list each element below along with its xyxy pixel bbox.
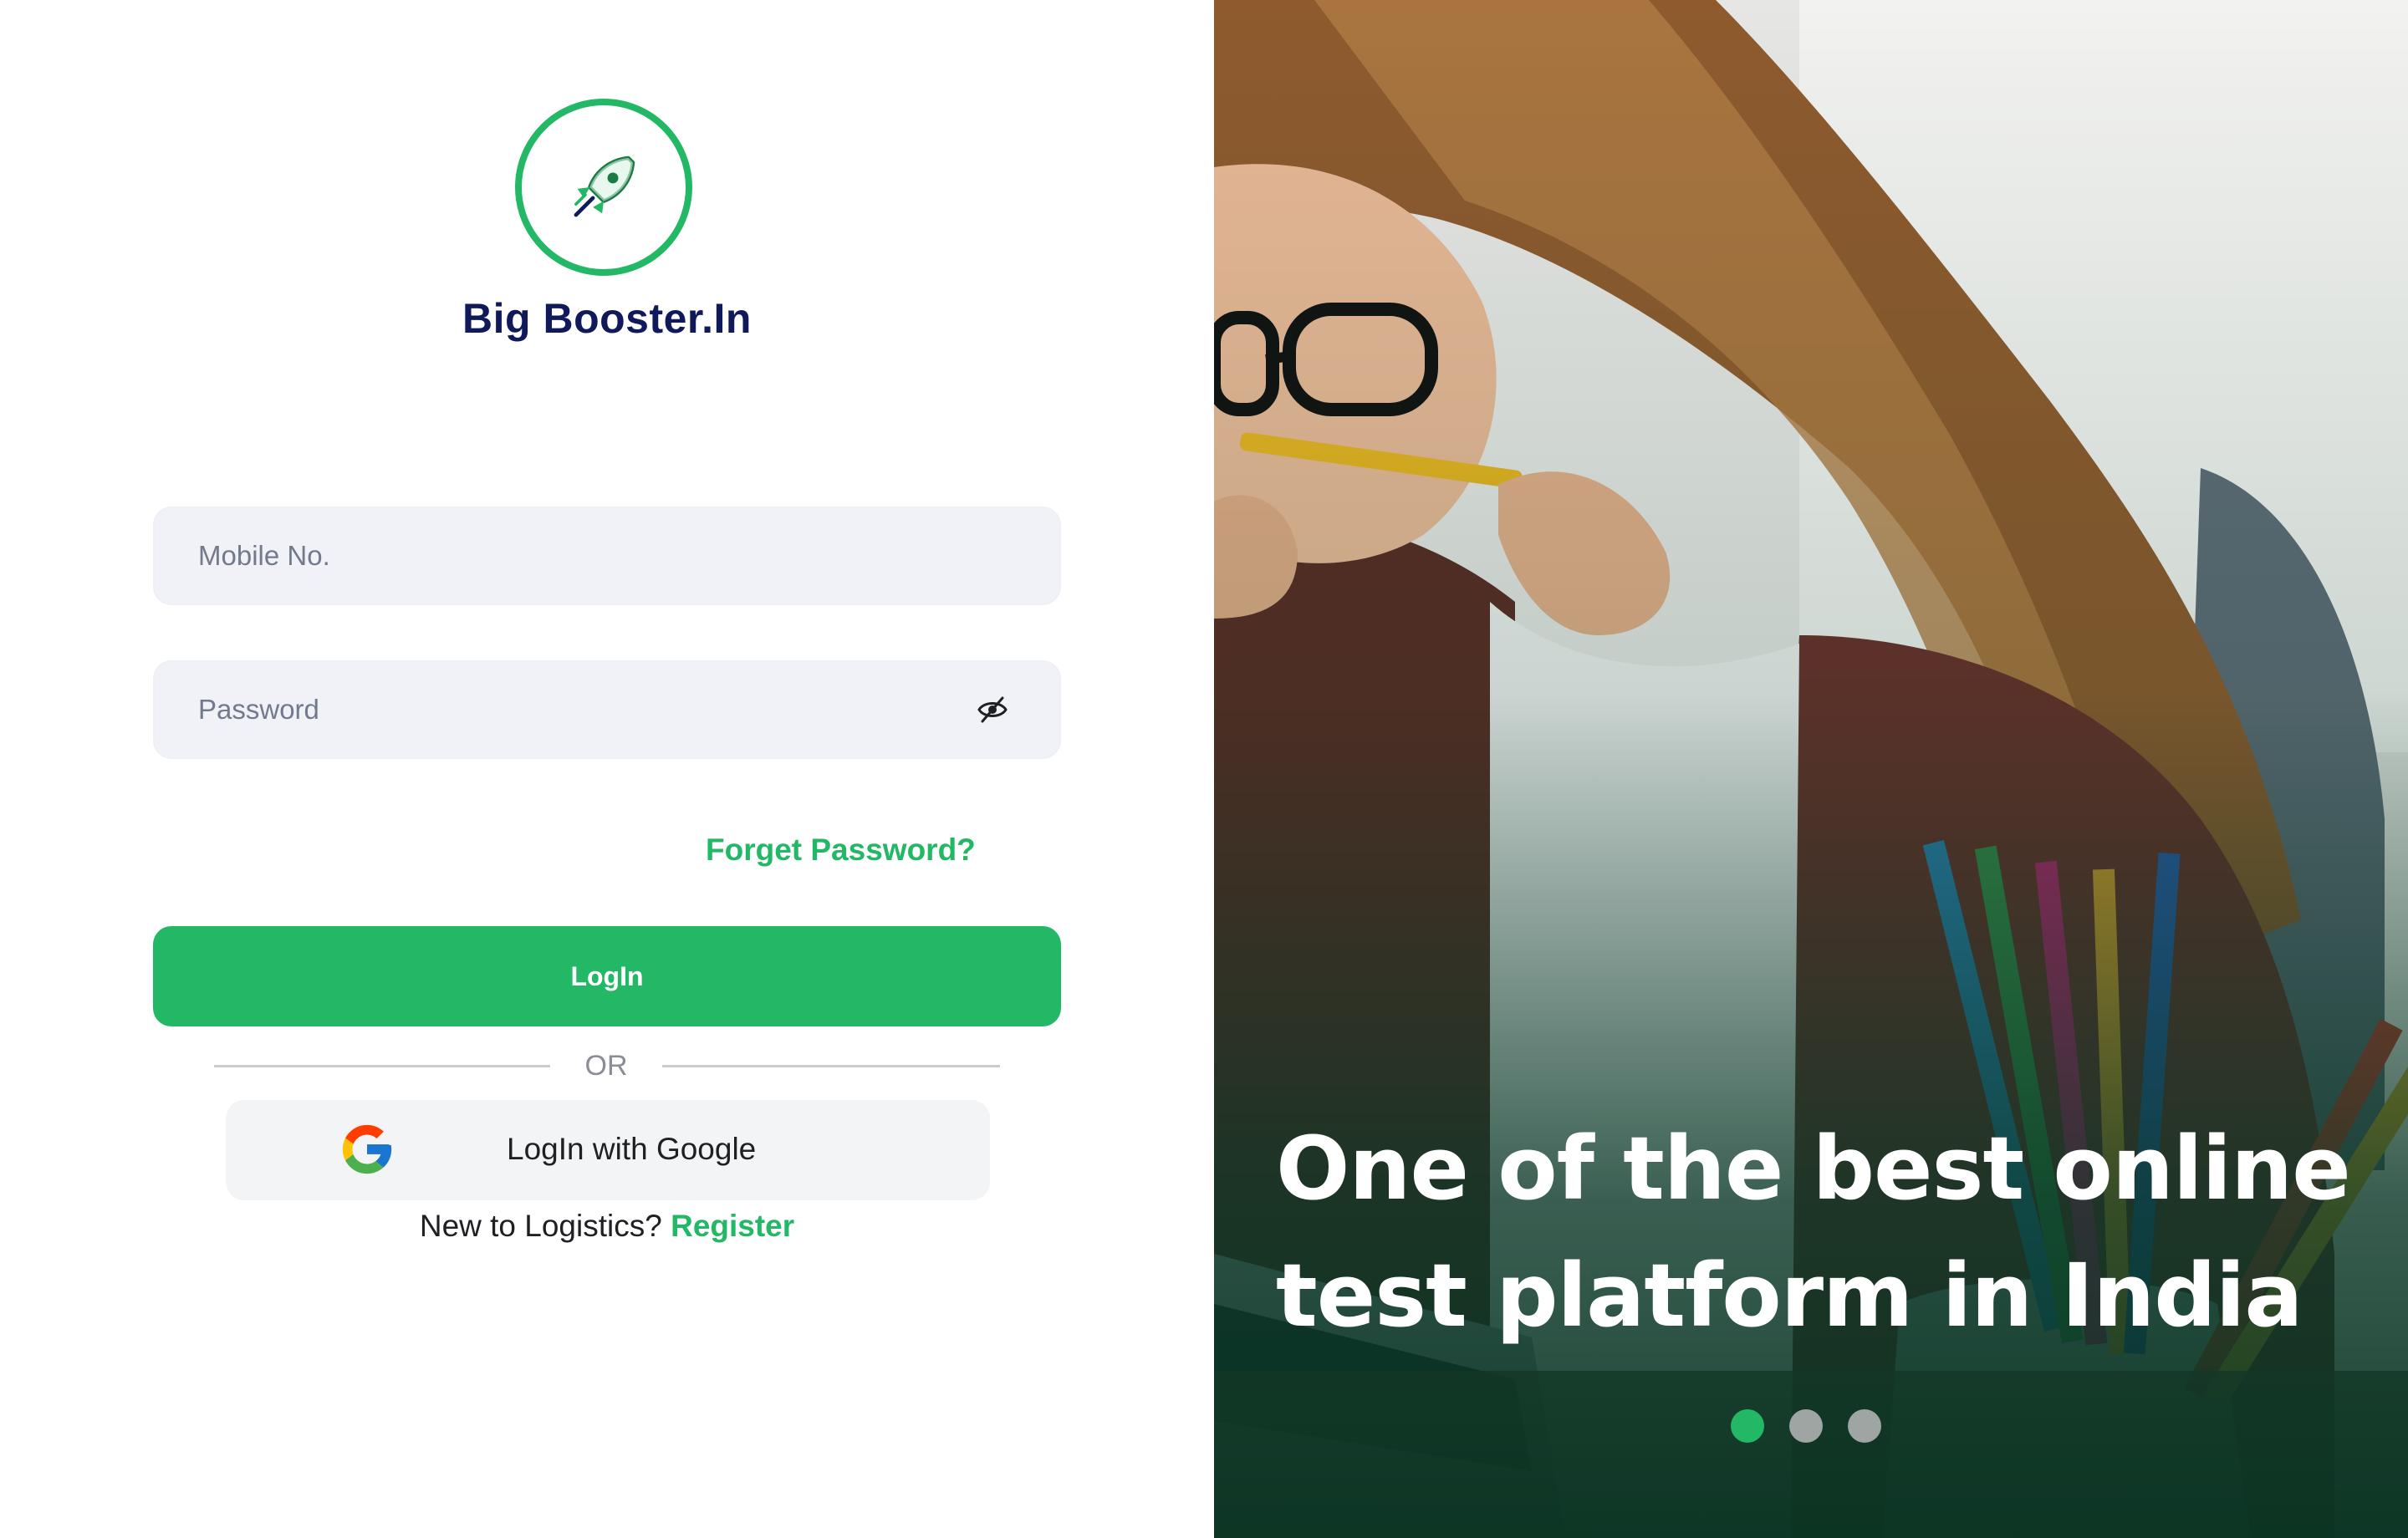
hero-headline-line2: test platform in India	[1276, 1245, 2303, 1347]
hero-headline: One of the best online test platform in …	[1276, 1105, 2363, 1359]
password-input[interactable]	[198, 694, 976, 726]
forgot-password-link[interactable]: Forget Password?	[706, 833, 976, 867]
password-field-container	[153, 660, 1061, 759]
rocket-icon	[574, 155, 635, 217]
register-prompt: New to Logistics?	[419, 1209, 662, 1243]
mobile-input[interactable]	[198, 540, 1016, 572]
register-link[interactable]: Register	[671, 1209, 794, 1243]
brand-logo	[515, 99, 692, 276]
carousel-dot[interactable]	[1731, 1409, 1764, 1443]
carousel-dot[interactable]	[1789, 1409, 1823, 1443]
login-panel: Big Booster.In Forget Password? LogIn OR…	[0, 0, 1214, 1538]
google-icon	[342, 1124, 392, 1174]
carousel-indicators	[1731, 1409, 1881, 1443]
hero-headline-line1: One of the best online	[1276, 1118, 2351, 1220]
divider-left	[214, 1065, 550, 1067]
divider-or-text: OR	[584, 1050, 628, 1082]
carousel-dot[interactable]	[1848, 1409, 1881, 1443]
register-row: New to Logistics? Register	[0, 1209, 1214, 1244]
eye-off-icon[interactable]	[976, 693, 1009, 726]
google-login-label: LogIn with Google	[507, 1132, 757, 1166]
divider-right	[662, 1065, 1000, 1067]
brand-name: Big Booster.In	[462, 295, 752, 342]
forgot-password-wrap: Forget Password?	[706, 833, 976, 868]
login-button[interactable]: LogIn	[153, 926, 1061, 1026]
google-login-button[interactable]: LogIn with Google	[226, 1100, 990, 1200]
mobile-field-container	[153, 507, 1061, 605]
hero-panel: One of the best online test platform in …	[1214, 0, 2408, 1538]
